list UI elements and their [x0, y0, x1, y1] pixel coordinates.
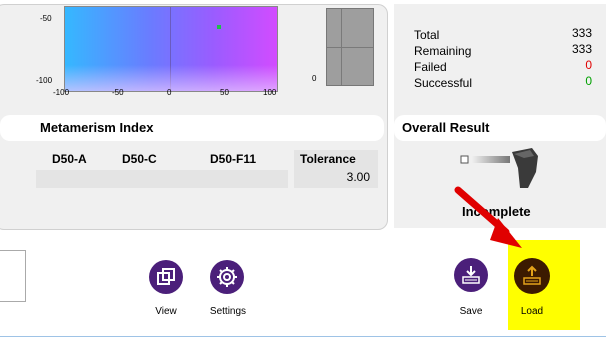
x-tick-2: -50: [112, 88, 124, 97]
metamerism-title: Metamerism Index: [40, 120, 154, 135]
stat-row: Failed 0: [414, 58, 592, 74]
stat-value-remaining: 333: [571, 42, 592, 56]
view-button[interactable]: [149, 260, 183, 294]
stat-value-total: 333: [571, 26, 592, 40]
stat-label-remaining: Remaining: [414, 44, 472, 58]
stat-label-successful: Successful: [414, 76, 473, 90]
left-input-box[interactable]: [0, 250, 26, 302]
y-tick-2: -100: [36, 76, 53, 85]
metamerism-values-row: [36, 170, 288, 188]
tolerance-box: Tolerance 3.00: [294, 150, 378, 188]
x-tick-3: 0: [167, 88, 172, 97]
load-label: Load: [520, 306, 544, 317]
overall-result-title: Overall Result: [402, 120, 490, 135]
metamerism-header: Metamerism Index: [0, 115, 384, 141]
color-chart: [64, 6, 278, 92]
overall-result-header: Overall Result: [394, 115, 606, 141]
load-button[interactable]: [514, 258, 550, 294]
view-label: View: [155, 306, 177, 317]
side-tick: 0: [312, 74, 317, 83]
stat-row: Remaining 333: [414, 42, 592, 58]
col-d50-c: D50-C: [122, 152, 157, 166]
load-icon: [523, 265, 541, 285]
save-button[interactable]: [454, 258, 488, 292]
stat-label-total: Total: [414, 28, 440, 42]
tolerance-value[interactable]: 3.00: [347, 170, 370, 184]
col-d50-a: D50-A: [52, 152, 87, 166]
col-d50-f11: D50-F11: [210, 152, 257, 166]
save-icon: [462, 266, 480, 284]
arrow-icon: [454, 186, 522, 248]
x-tick-1: -100: [53, 88, 70, 97]
y-tick-1: -50: [40, 14, 52, 23]
chart-point: [217, 25, 221, 29]
settings-label: Settings: [209, 306, 247, 317]
x-tick-4: 50: [220, 88, 229, 97]
save-label: Save: [459, 306, 483, 317]
statistics: Total 333 Remaining 333 Failed 0 Success…: [414, 26, 592, 90]
settings-gear-icon: [217, 267, 237, 287]
bottom-divider: [0, 336, 606, 337]
side-bar-divider-h: [327, 47, 373, 48]
tolerance-label: Tolerance: [300, 152, 356, 166]
stat-row: Total 333: [414, 26, 592, 42]
stat-label-failed: Failed: [414, 60, 447, 74]
settings-button[interactable]: [210, 260, 244, 294]
stat-value-failed: 0: [585, 58, 592, 72]
side-gray-bar: [326, 8, 374, 86]
view-icon: [157, 268, 175, 285]
stat-value-successful: 0: [585, 74, 592, 88]
x-tick-5: 100: [263, 88, 277, 97]
stat-row: Successful 0: [414, 74, 592, 90]
